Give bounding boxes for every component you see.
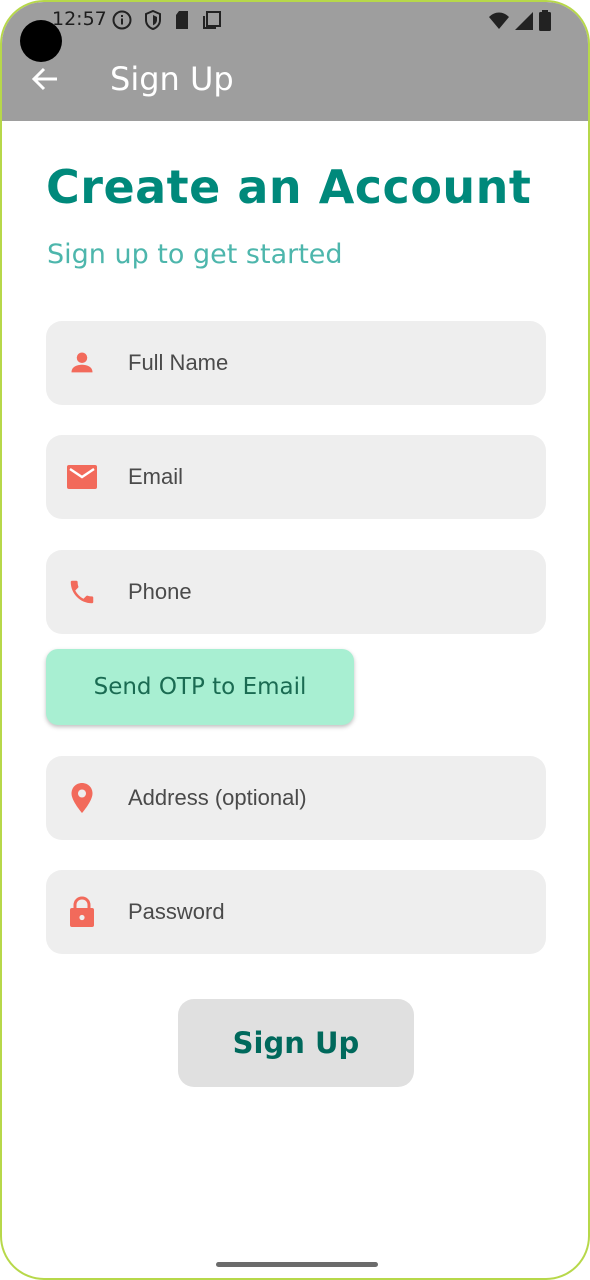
home-indicator[interactable] <box>216 1262 378 1267</box>
wifi-icon <box>488 11 510 31</box>
signal-icon <box>514 11 534 31</box>
full-name-field[interactable] <box>46 321 546 405</box>
full-name-input[interactable] <box>126 349 510 377</box>
status-icons-right <box>488 10 552 32</box>
phone-icon <box>64 574 100 610</box>
sign-up-button[interactable]: Sign Up <box>178 999 414 1087</box>
address-field[interactable] <box>46 756 546 840</box>
app-bar-title: Sign Up <box>110 60 234 98</box>
phone-screen: 12:57 Sign Up Create an Account Sign up … <box>0 0 590 1280</box>
status-icons-left <box>112 10 222 30</box>
password-input[interactable] <box>126 898 510 926</box>
copy-icon <box>202 10 222 30</box>
back-button[interactable] <box>28 64 62 98</box>
location-pin-icon <box>64 780 100 816</box>
send-otp-button[interactable]: Send OTP to Email <box>46 649 354 725</box>
address-input[interactable] <box>126 784 510 812</box>
email-field[interactable] <box>46 435 546 519</box>
lock-icon <box>64 894 100 930</box>
arrow-back-icon <box>31 65 59 97</box>
person-icon <box>64 345 100 381</box>
mail-icon <box>64 459 100 495</box>
app-bar: 12:57 Sign Up <box>2 2 588 121</box>
page-title: Create an Account <box>46 160 532 214</box>
status-time: 12:57 <box>52 8 107 30</box>
shield-icon <box>144 10 162 30</box>
password-field[interactable] <box>46 870 546 954</box>
phone-field[interactable] <box>46 550 546 634</box>
sd-card-icon <box>174 10 190 30</box>
battery-icon <box>538 10 552 32</box>
page-subtitle: Sign up to get started <box>47 239 343 270</box>
info-icon <box>112 10 132 30</box>
email-input[interactable] <box>126 463 510 491</box>
phone-input[interactable] <box>126 578 510 606</box>
